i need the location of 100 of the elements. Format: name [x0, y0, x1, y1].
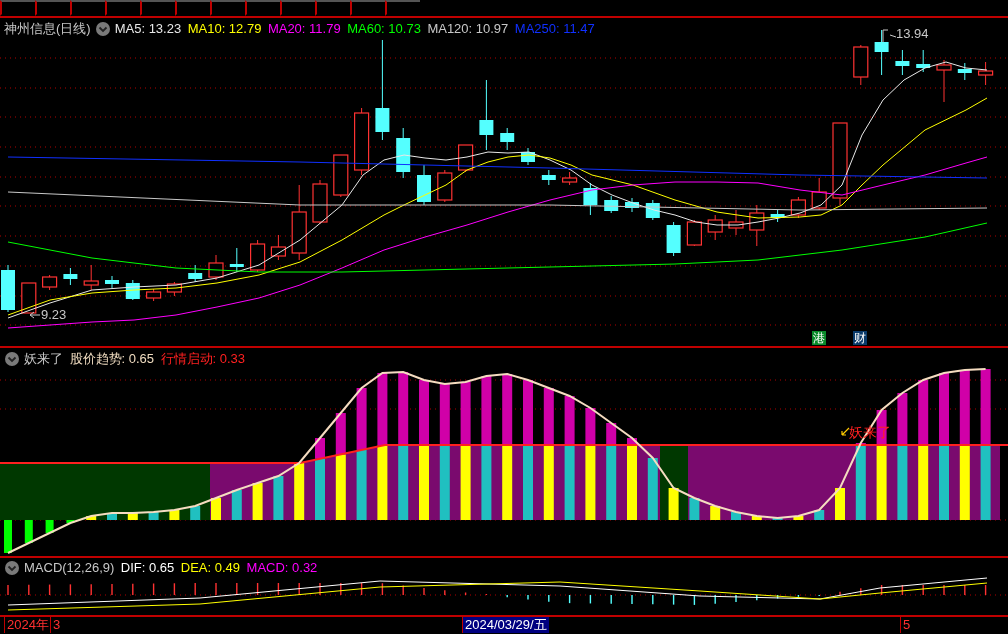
candlestick — [790, 196, 806, 219]
arrow-icon — [841, 427, 850, 436]
toolbar-tab[interactable] — [140, 0, 175, 16]
indicator-value: DIF: 0.65 — [120, 559, 175, 577]
indicator-bar — [127, 513, 138, 520]
candlestick — [1, 264, 15, 313]
collapse-icon — [5, 561, 19, 575]
indicator-bar — [45, 520, 54, 533]
candlestick — [312, 179, 328, 225]
candlestick — [666, 221, 681, 257]
collapse-icon — [5, 352, 19, 366]
macd-bar — [984, 584, 987, 596]
candlestick — [42, 274, 58, 291]
indicator-bar — [835, 488, 845, 520]
indicator-bar — [24, 520, 33, 543]
candlestick — [728, 209, 744, 236]
toolbar-tab[interactable] — [0, 0, 35, 16]
toolbar-tab[interactable] — [105, 0, 140, 16]
candlestick — [146, 288, 162, 302]
toolbar-tab[interactable] — [385, 0, 420, 16]
macd-bar — [672, 594, 675, 606]
candlestick — [333, 154, 349, 198]
collapse-icon — [95, 22, 110, 36]
candlestick — [105, 275, 119, 289]
candlestick — [208, 254, 224, 281]
toolbar-tab[interactable] — [210, 0, 245, 16]
toolbar-tab[interactable] — [350, 0, 385, 16]
toolbar-tab[interactable] — [175, 0, 210, 16]
indicator-bar — [751, 516, 762, 520]
low-marker-icon — [29, 311, 41, 319]
indicator-bar — [211, 498, 221, 520]
candlestick — [686, 219, 702, 247]
axis-label: 5 — [900, 617, 913, 633]
axis-label: 2024年 — [4, 617, 51, 633]
indicator-bar — [4, 520, 12, 553]
indicator-bar — [689, 498, 700, 520]
candlestick — [229, 247, 244, 273]
indicator-bar — [148, 512, 159, 520]
indicator-bar — [273, 476, 284, 520]
indicator-value: MA10: 12.79 — [187, 20, 262, 38]
indicator-value: DEA: 0.49 — [180, 559, 241, 577]
indicator-value: 股价趋势: 0.65 — [69, 350, 155, 368]
axis-label: 3 — [50, 617, 63, 633]
candlestick — [562, 171, 578, 186]
candlestick — [270, 234, 286, 261]
candlestick — [166, 281, 182, 297]
macd-bar — [48, 583, 51, 596]
candlestick — [354, 107, 370, 176]
indicator-bar — [86, 516, 97, 520]
indicator-title: MACD(12,26,9) — [24, 559, 115, 577]
candlestick — [645, 199, 660, 221]
macd-bar — [589, 594, 592, 605]
indicator-bar — [252, 483, 263, 520]
indicator-value: 行情启动: 0.33 — [160, 350, 246, 368]
price-label: 13.94 — [896, 27, 929, 41]
indicator-bar — [190, 506, 201, 520]
axis-label: 2024/03/29/五 — [462, 617, 549, 633]
candlestick — [417, 164, 431, 206]
macd-bar — [277, 582, 280, 596]
macd-bar — [901, 584, 904, 596]
indicator-bar — [731, 512, 741, 520]
indicator-value: MA60: 10.73 — [347, 20, 421, 38]
macd-bar — [173, 582, 176, 596]
toolbar-tab[interactable] — [315, 0, 350, 16]
macd-bar — [880, 584, 883, 596]
macd-bar — [152, 582, 155, 596]
indicator-bar — [647, 458, 658, 520]
toolbar-tab[interactable] — [280, 0, 315, 16]
macd-bar — [360, 582, 363, 596]
candlestick — [707, 214, 723, 241]
candlestick — [63, 267, 78, 286]
candlestick — [957, 62, 972, 81]
candlestick — [583, 182, 598, 216]
candlestick — [916, 49, 931, 73]
candlestick — [874, 29, 889, 76]
candlestick — [978, 61, 994, 86]
high-marker-icon — [882, 29, 897, 43]
indicator-value: MA250: 11.47 — [514, 20, 595, 38]
macd-bar — [381, 582, 384, 596]
indicator-bar — [814, 510, 825, 520]
candlestick — [83, 264, 99, 291]
candlestick — [625, 197, 639, 213]
candlestick — [500, 127, 515, 151]
stock-tag: 财 — [853, 331, 867, 345]
candlestick — [521, 147, 535, 166]
macd-bar — [256, 582, 259, 596]
indicator-value: MA20: 11.79 — [267, 20, 341, 38]
candlestick — [21, 282, 37, 314]
candlestick — [770, 209, 785, 223]
candlestick — [437, 169, 453, 203]
candlestick — [125, 279, 140, 301]
candlestick — [853, 44, 869, 86]
toolbar-tab[interactable] — [245, 0, 280, 16]
macd-bar — [485, 593, 488, 596]
stock-title: 神州信息(日线) — [4, 20, 91, 38]
toolbar-tab[interactable] — [70, 0, 105, 16]
toolbar-tab[interactable] — [35, 0, 70, 16]
candlestick — [604, 195, 619, 214]
candlestick — [541, 169, 556, 186]
candlestick — [811, 177, 827, 211]
